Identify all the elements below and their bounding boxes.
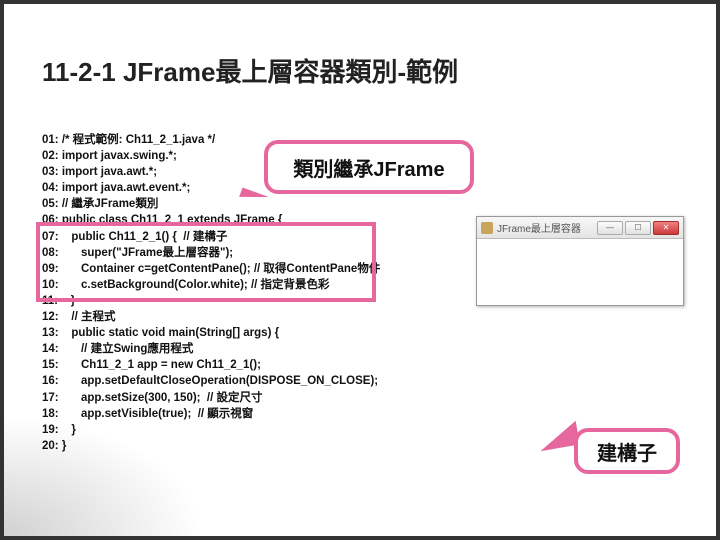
window-title-text: JFrame最上層容器	[497, 220, 593, 235]
close-button[interactable]: ✕	[653, 221, 679, 235]
window-buttons: — ☐ ✕	[597, 221, 679, 235]
java-app-icon	[481, 222, 493, 234]
window-titlebar: JFrame最上層容器 — ☐ ✕	[477, 217, 683, 239]
callout-inherit-jframe: 類別繼承JFrame	[264, 140, 474, 194]
slide-title: 11-2-1 JFrame最上層容器類別-範例	[42, 52, 458, 89]
maximize-button[interactable]: ☐	[625, 221, 651, 235]
sample-window: JFrame最上層容器 — ☐ ✕	[476, 216, 684, 306]
callout-constructor: 建構子	[574, 428, 680, 474]
minimize-button[interactable]: —	[597, 221, 623, 235]
